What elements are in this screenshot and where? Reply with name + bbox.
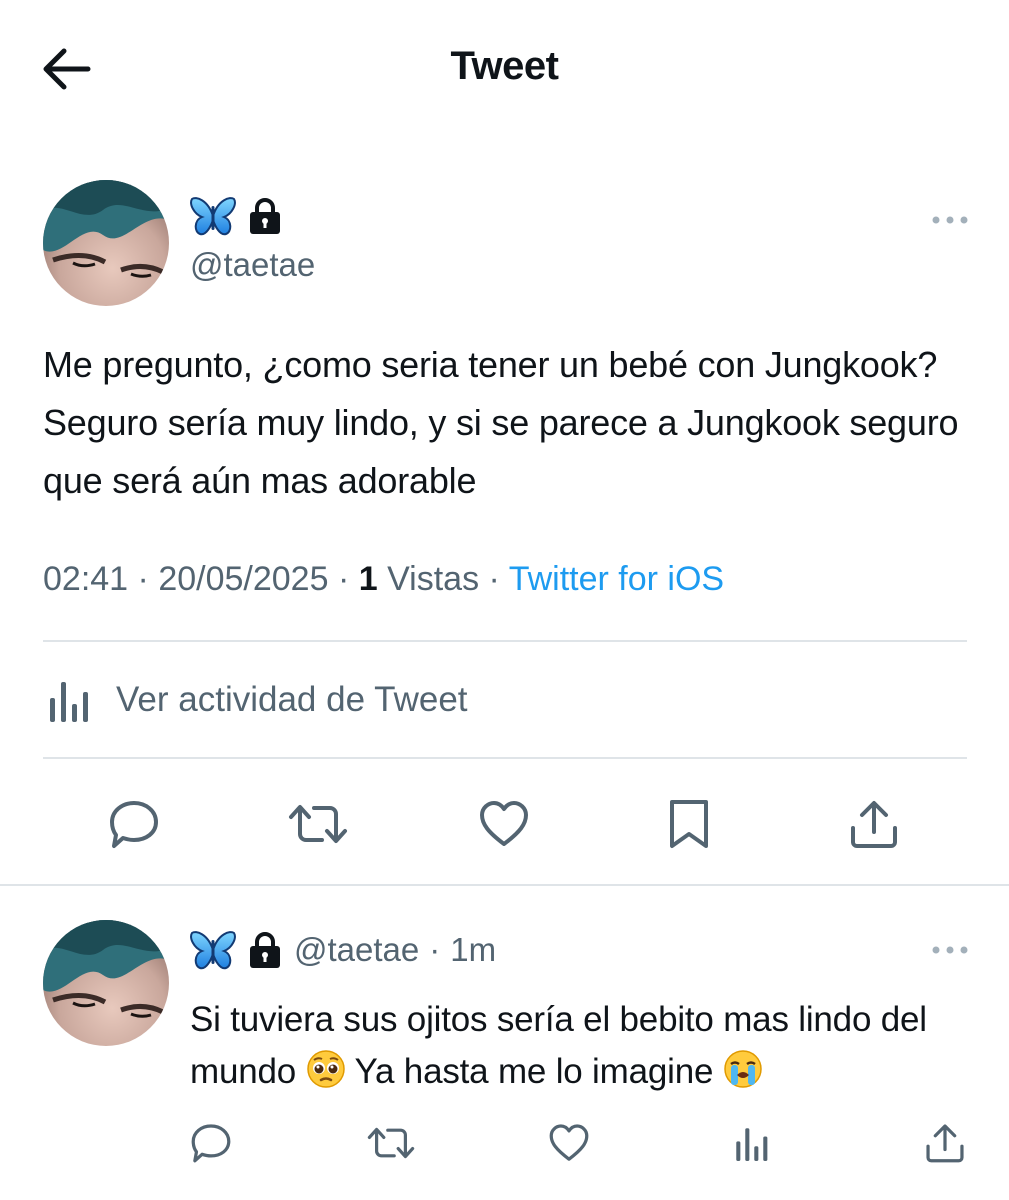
more-icon [932, 216, 968, 224]
divider [43, 640, 967, 642]
analytics-icon [46, 676, 90, 724]
pleading-face-emoji [306, 1049, 346, 1089]
retweet-button[interactable] [288, 794, 348, 854]
divider [43, 757, 967, 759]
reply-icon [110, 801, 158, 848]
butterfly-emoji [190, 196, 236, 236]
reply-retweet-button[interactable] [366, 1118, 416, 1168]
tweet-date: 20/05/2025 [158, 560, 329, 598]
more-icon [932, 946, 968, 954]
crying-face-emoji [723, 1049, 763, 1089]
reply-like-button[interactable] [544, 1118, 594, 1168]
author-handle[interactable]: @taetae [190, 246, 315, 284]
divider [0, 884, 1009, 886]
like-icon [480, 801, 528, 846]
reply-text-part2: Ya hasta me lo imagine [354, 1052, 714, 1091]
tweet-time: 02:41 [43, 560, 129, 598]
views-label: Vistas [387, 560, 480, 598]
reply-more-options-button[interactable] [930, 940, 970, 960]
avatar[interactable] [43, 180, 169, 306]
views-count: 1 [358, 560, 378, 598]
reply-author-handle: @taetae [294, 931, 420, 968]
reply-icon [191, 1124, 231, 1163]
page-title: Tweet [450, 44, 559, 88]
butterfly-emoji [190, 930, 236, 970]
reply-reply-button[interactable] [186, 1118, 236, 1168]
reply-text: Si tuviera sus ojitos sería el bebito ma… [190, 994, 990, 1098]
separator: · [488, 560, 500, 598]
tweet-text: Me pregunto, ¿como seria tener un bebé c… [43, 344, 959, 501]
tweet-activity-link[interactable]: Ver actividad de Tweet [46, 672, 468, 728]
reply-views-button[interactable] [726, 1118, 776, 1168]
more-options-button[interactable] [930, 210, 970, 230]
like-icon [549, 1124, 589, 1161]
share-button[interactable] [844, 794, 904, 854]
author-name[interactable] [190, 196, 284, 236]
retweet-icon [367, 1127, 415, 1159]
bookmark-icon [670, 800, 708, 848]
separator: · [137, 560, 149, 598]
like-button[interactable] [474, 794, 534, 854]
tweet-activity-label: Ver actividad de Tweet [116, 680, 468, 719]
lock-icon [246, 930, 284, 970]
reply-author-row[interactable]: @taetae · 1m [190, 930, 496, 970]
share-icon [851, 801, 897, 848]
reply-time: 1m [450, 931, 497, 968]
lock-icon [246, 196, 284, 236]
retweet-icon [289, 805, 347, 843]
tweet-source-link[interactable]: Twitter for iOS [509, 560, 724, 598]
share-icon [926, 1124, 964, 1163]
views-icon [736, 1128, 768, 1161]
reply-avatar[interactable] [43, 920, 169, 1046]
separator: · [429, 931, 441, 968]
tweet-meta: 02:41 · 20/05/2025 · 1 Vistas · Twitter … [43, 560, 724, 599]
reply-button[interactable] [104, 794, 164, 854]
separator: · [337, 560, 350, 598]
reply-share-button[interactable] [920, 1118, 970, 1168]
bookmark-button[interactable] [659, 794, 719, 854]
